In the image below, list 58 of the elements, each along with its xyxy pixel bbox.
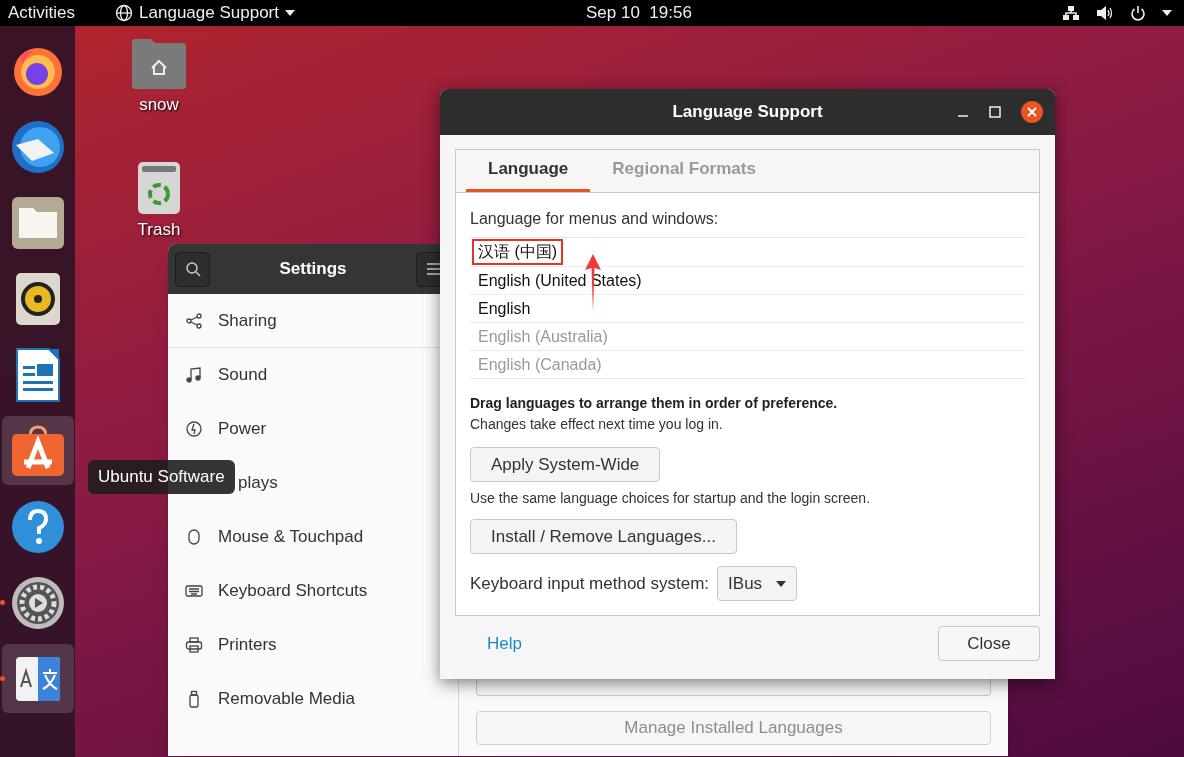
sidebar-item[interactable]: Removable Media (168, 672, 458, 726)
shopping-bag-icon (10, 423, 65, 478)
help-icon (10, 499, 65, 554)
close-icon[interactable] (1021, 101, 1043, 123)
list-label: Language for menus and windows: (470, 209, 720, 229)
hint-bold: Drag languages to arrange them in order of preference. (470, 394, 839, 413)
folder-icon (10, 195, 65, 250)
sidebar-item[interactable]: Printers (168, 618, 458, 672)
search-icon (184, 261, 201, 277)
apply-note: Use the same language choices for startup and the login screen. (470, 489, 872, 508)
mouse-icon (185, 528, 203, 546)
activities-button[interactable]: Activities (0, 0, 116, 26)
caret-icon[interactable] (1162, 10, 1172, 16)
maximize-icon[interactable] (989, 106, 1001, 118)
share-icon (185, 311, 203, 330)
desktop-icon-label[interactable]: Trash (137, 217, 181, 243)
input-method-label: Keyboard input method system: (470, 572, 710, 595)
caret-icon (285, 10, 295, 16)
desktop-icon-label[interactable]: snow (139, 92, 179, 118)
home-folder-icon[interactable] (131, 38, 187, 90)
tab[interactable]: Language (466, 149, 591, 192)
tooltip: Ubuntu Software (88, 460, 235, 494)
printer-icon (185, 636, 203, 654)
power-icon (185, 420, 203, 438)
menu-icon (426, 263, 441, 275)
window-title: Settings (278, 258, 348, 281)
dock-item[interactable] (1, 644, 74, 713)
help-link[interactable]: Help (487, 630, 522, 657)
keyboard-icon (185, 582, 203, 600)
close-button[interactable]: Close (938, 626, 1040, 661)
caret-icon (776, 580, 787, 587)
window-title: Language Support (672, 101, 823, 124)
dock-item[interactable] (1, 416, 74, 485)
install-remove-languages-button[interactable]: Install / Remove Languages... (470, 519, 737, 554)
language-item[interactable]: English (472, 295, 537, 322)
input-method-dropdown[interactable]: IBus (717, 566, 798, 601)
document-icon (14, 347, 61, 402)
volume-icon[interactable] (1096, 5, 1114, 21)
gear-icon (10, 575, 65, 630)
sidebar-item[interactable]: Keyboard Shortcuts (168, 564, 458, 618)
power-icon[interactable] (1130, 5, 1146, 21)
search-button[interactable] (175, 251, 210, 287)
speaker-icon (14, 271, 61, 326)
hint-text: Changes take effect next time you log in. (470, 415, 724, 434)
sidebar-item[interactable]: Power (168, 402, 458, 456)
mail-icon (9, 118, 66, 175)
app-menu-label: Language Support (139, 2, 279, 25)
sidebar-item[interactable]: Sound (168, 348, 458, 402)
clock[interactable]: Sep 10 19:56 (586, 0, 692, 26)
app-menu[interactable]: Language Support (115, 0, 295, 26)
sidebar-item[interactable]: Mouse & Touchpad (168, 510, 458, 564)
apply-system-wide-button[interactable]: Apply System-Wide (470, 447, 661, 482)
globe-icon (115, 4, 134, 22)
network-icon[interactable] (1062, 5, 1080, 21)
music-note-icon (185, 366, 203, 384)
translate-icon (14, 655, 61, 702)
trash-icon[interactable] (137, 161, 181, 215)
language-item[interactable]: 汉语 (中国) (472, 239, 564, 265)
